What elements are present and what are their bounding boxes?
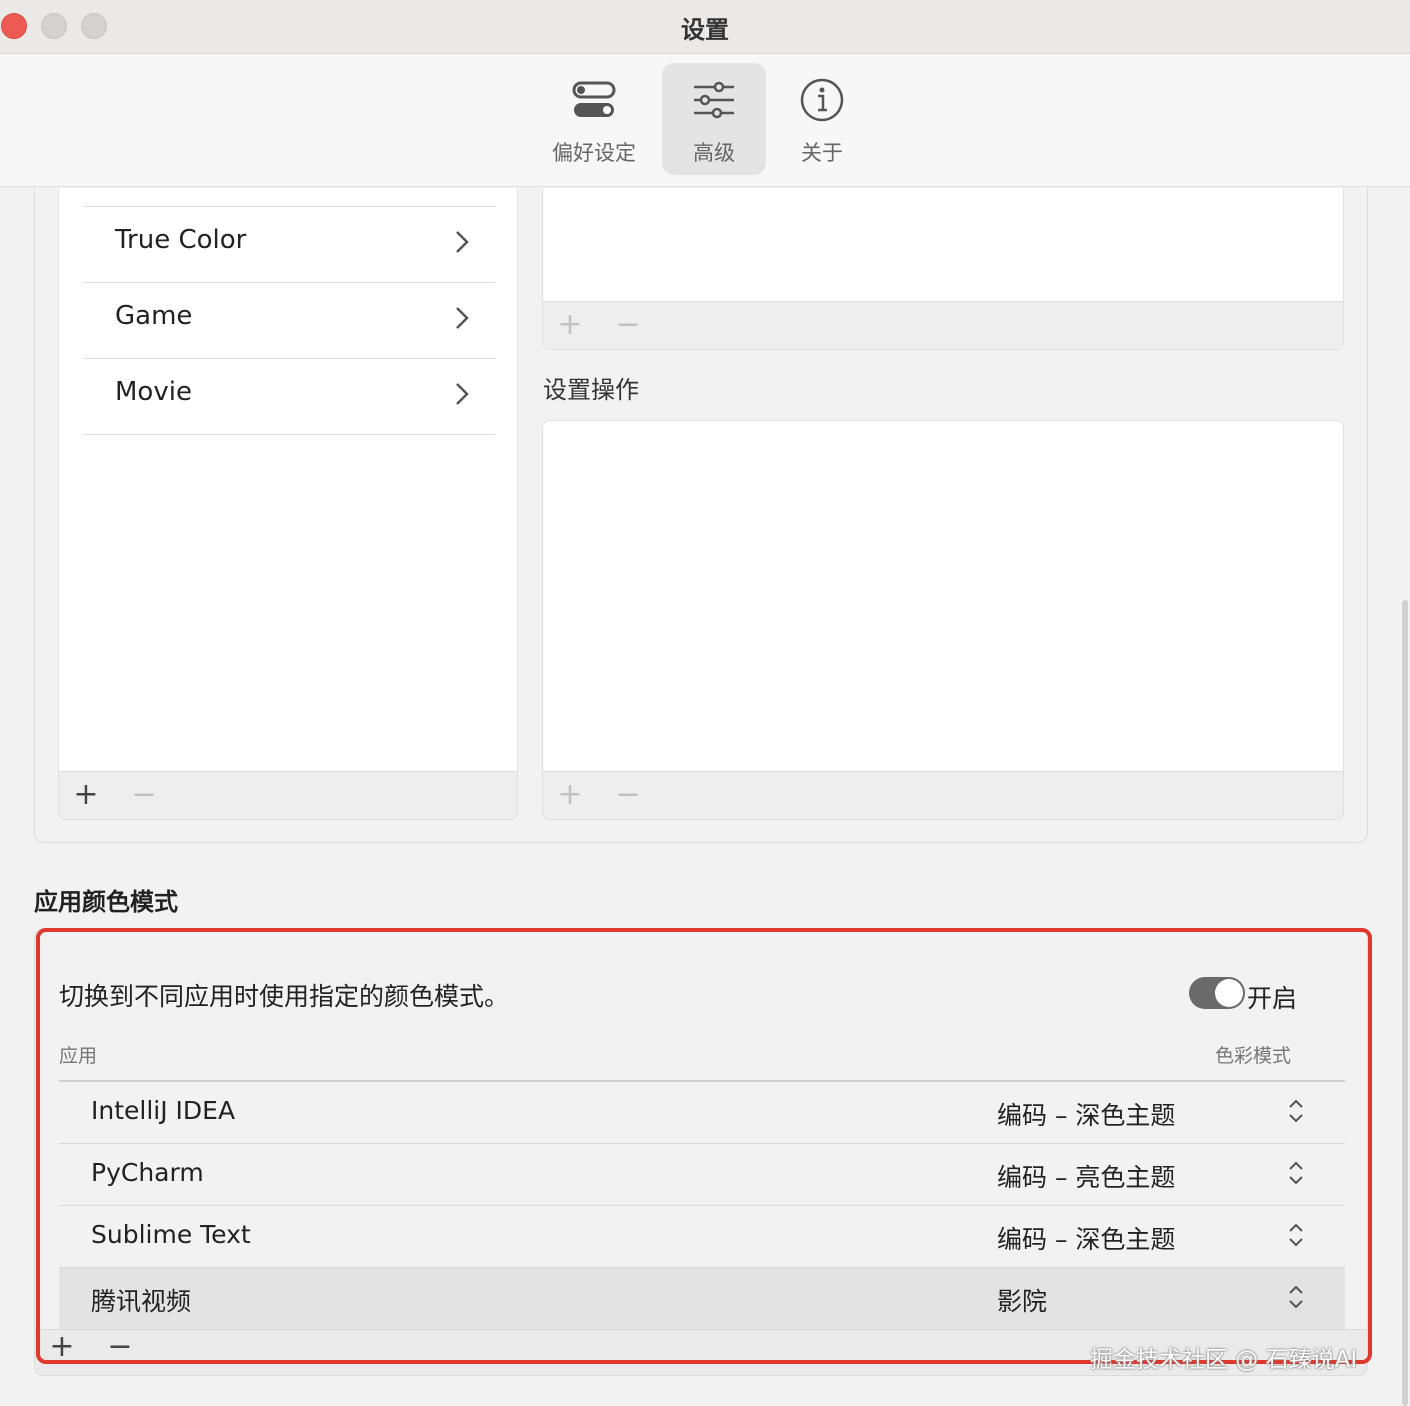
profile-list-toolbar: + − [59,771,517,819]
column-header-color-mode: 色彩模式 [1215,1045,1292,1067]
toggles-icon [572,81,616,117]
row-color-mode[interactable]: 编码 – 深色主题 [997,1220,1175,1256]
title-bar: 设置 [0,0,1410,54]
remove-action-button[interactable]: − [613,780,643,810]
table-row[interactable]: 腾讯视频 影院 [59,1268,1345,1330]
app-color-mode-panel: 切换到不同应用时使用指定的颜色模式。 开启 应用 色彩模式 IntelliJ I… [34,928,1368,1376]
info-icon [800,78,844,122]
table-row[interactable]: IntelliJ IDEA 编码 – 深色主题 [59,1082,1345,1144]
section-label-actions: 设置操作 [543,376,639,404]
sliders-icon [694,81,734,119]
tab-about[interactable]: 关于 [770,63,874,175]
up-down-chevron-icon[interactable] [1287,1158,1305,1188]
app-color-mode-toggle[interactable] [1189,977,1245,1009]
row-app-name: PyCharm [91,1158,204,1187]
add-app-button[interactable]: + [47,1332,77,1362]
list-item-game[interactable]: Game [83,282,495,358]
conditions-list-toolbar: + − [543,301,1343,349]
row-color-mode[interactable]: 编码 – 深色主题 [997,1096,1175,1132]
toggle-knob [1215,979,1243,1007]
row-app-name: 腾讯视频 [91,1287,192,1316]
actions-list: + − [542,420,1344,820]
add-action-button[interactable]: + [555,780,585,810]
section-heading-app-color-mode: 应用颜色模式 [34,888,178,916]
row-color-mode[interactable]: 影院 [997,1282,1047,1318]
app-color-mode-description: 切换到不同应用时使用指定的颜色模式。 [59,982,510,1011]
chevron-right-icon [456,383,469,405]
profile-list: True Color Game Movie + − [58,188,518,820]
table-row[interactable]: Sublime Text 编码 – 深色主题 [59,1206,1345,1268]
actions-list-toolbar: + − [543,771,1343,819]
list-item-true-color[interactable]: True Color [83,206,495,282]
table-row[interactable]: PyCharm 编码 – 亮色主题 [59,1144,1345,1206]
up-down-chevron-icon[interactable] [1287,1282,1305,1312]
remove-profile-button[interactable]: − [129,780,159,810]
tab-preferences[interactable]: 偏好设定 [542,63,646,175]
chevron-right-icon [456,307,469,329]
remove-app-button[interactable]: − [105,1332,135,1362]
settings-toolbar: 偏好设定 高级 关于 [0,55,1410,187]
toggle-label: 开启 [1247,984,1298,1013]
scrollbar[interactable] [1402,600,1408,1406]
list-item-label: Game [115,301,193,331]
up-down-chevron-icon[interactable] [1287,1096,1305,1126]
chevron-right-icon [456,231,469,253]
tab-label: 关于 [801,141,843,165]
row-app-name: Sublime Text [91,1220,251,1249]
up-down-chevron-icon[interactable] [1287,1220,1305,1250]
column-header-app: 应用 [59,1045,98,1067]
list-item-movie[interactable]: Movie [83,358,495,434]
row-color-mode[interactable]: 编码 – 亮色主题 [997,1158,1175,1194]
conditions-list: + − [542,188,1344,350]
watermark: 掘金技术社区 @ 石臻说AI [1090,1347,1358,1373]
remove-condition-button[interactable]: − [613,310,643,340]
divider [83,434,495,435]
list-item-label: True Color [115,225,247,255]
add-profile-button[interactable]: + [71,780,101,810]
add-condition-button[interactable]: + [555,310,585,340]
list-item-label: Movie [115,377,192,407]
row-app-name: IntelliJ IDEA [91,1096,236,1125]
window-title: 设置 [681,16,729,44]
